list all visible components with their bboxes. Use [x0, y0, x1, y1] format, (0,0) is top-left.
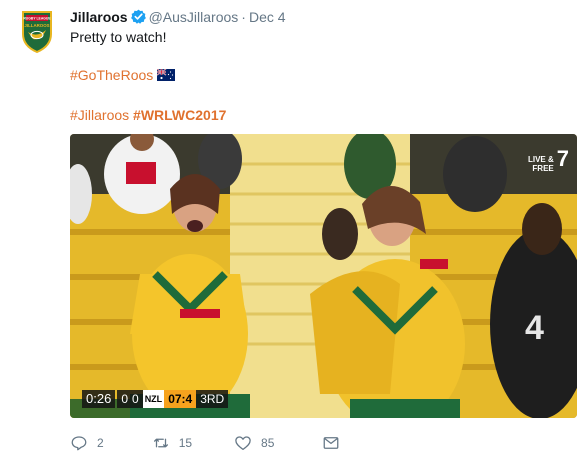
- video-player[interactable]: 4 LIVE & FREE 7 0:26 0 0 NZL 07:4 3RD: [70, 134, 577, 418]
- player-number: 4: [525, 309, 544, 347]
- tweet-text: Pretty to watch!: [70, 29, 167, 45]
- tweet-card[interactable]: RUGBY LEAGUE JILLAROOS Jillaroos @AusJill…: [0, 0, 583, 463]
- tweet-hashtag-line-1: #GoTheRoos: [70, 66, 176, 84]
- score-overlay: 0:26 0 0 NZL 07:4 3RD: [82, 390, 229, 408]
- australia-flag-icon: [156, 67, 176, 81]
- like-icon: [235, 436, 251, 451]
- retweet-count: 15: [178, 436, 193, 450]
- match-clock: 07:4: [164, 390, 197, 408]
- jillaroos-logo-icon: RUGBY LEAGUE JILLAROOS: [22, 11, 52, 54]
- author-name[interactable]: Jillaroos: [70, 9, 128, 25]
- retweet-button[interactable]: 15: [152, 434, 192, 452]
- like-button[interactable]: 85: [234, 434, 274, 452]
- channel-badge: LIVE & FREE 7: [524, 148, 569, 173]
- video-timestamp: 0:26: [82, 390, 116, 408]
- direct-message-button[interactable]: [322, 434, 340, 452]
- retweet-icon: [153, 438, 168, 448]
- logo-main-text: JILLAROOS: [24, 23, 49, 28]
- score-away: 0: [132, 390, 143, 408]
- broadcast-badge: LIVE & FREE: [527, 154, 554, 173]
- score-home: 0: [117, 390, 132, 408]
- reply-button[interactable]: 2: [70, 434, 104, 452]
- channel-number: 7: [556, 146, 569, 171]
- tweet-date[interactable]: Dec 4: [249, 9, 286, 25]
- message-icon: [324, 437, 339, 449]
- tweet-hashtag-line-2: #Jillaroos #WRLWC2017: [70, 106, 226, 124]
- hashtag-wrlwc2017[interactable]: #WRLWC2017: [133, 107, 226, 123]
- team-code: NZL: [142, 390, 165, 408]
- match-period: 3RD: [196, 390, 229, 408]
- author-handle[interactable]: @AusJillaroos: [149, 9, 239, 25]
- tweet-actions: 2 15 85: [70, 432, 388, 454]
- avatar[interactable]: RUGBY LEAGUE JILLAROOS: [14, 8, 60, 54]
- like-count: 85: [261, 436, 275, 450]
- hashtag-gotheroos[interactable]: #GoTheRoos: [70, 67, 153, 83]
- verified-badge-icon: [130, 9, 146, 24]
- reply-icon: [71, 436, 87, 451]
- header-separator: ·: [241, 9, 246, 25]
- hashtag-jillaroos[interactable]: #Jillaroos: [70, 107, 129, 123]
- video-frame-image: 4: [70, 134, 577, 418]
- reply-count: 2: [97, 436, 104, 450]
- logo-top-text: RUGBY LEAGUE: [23, 17, 51, 21]
- tweet-header: Jillaroos @AusJillaroos · Dec 4: [70, 8, 286, 26]
